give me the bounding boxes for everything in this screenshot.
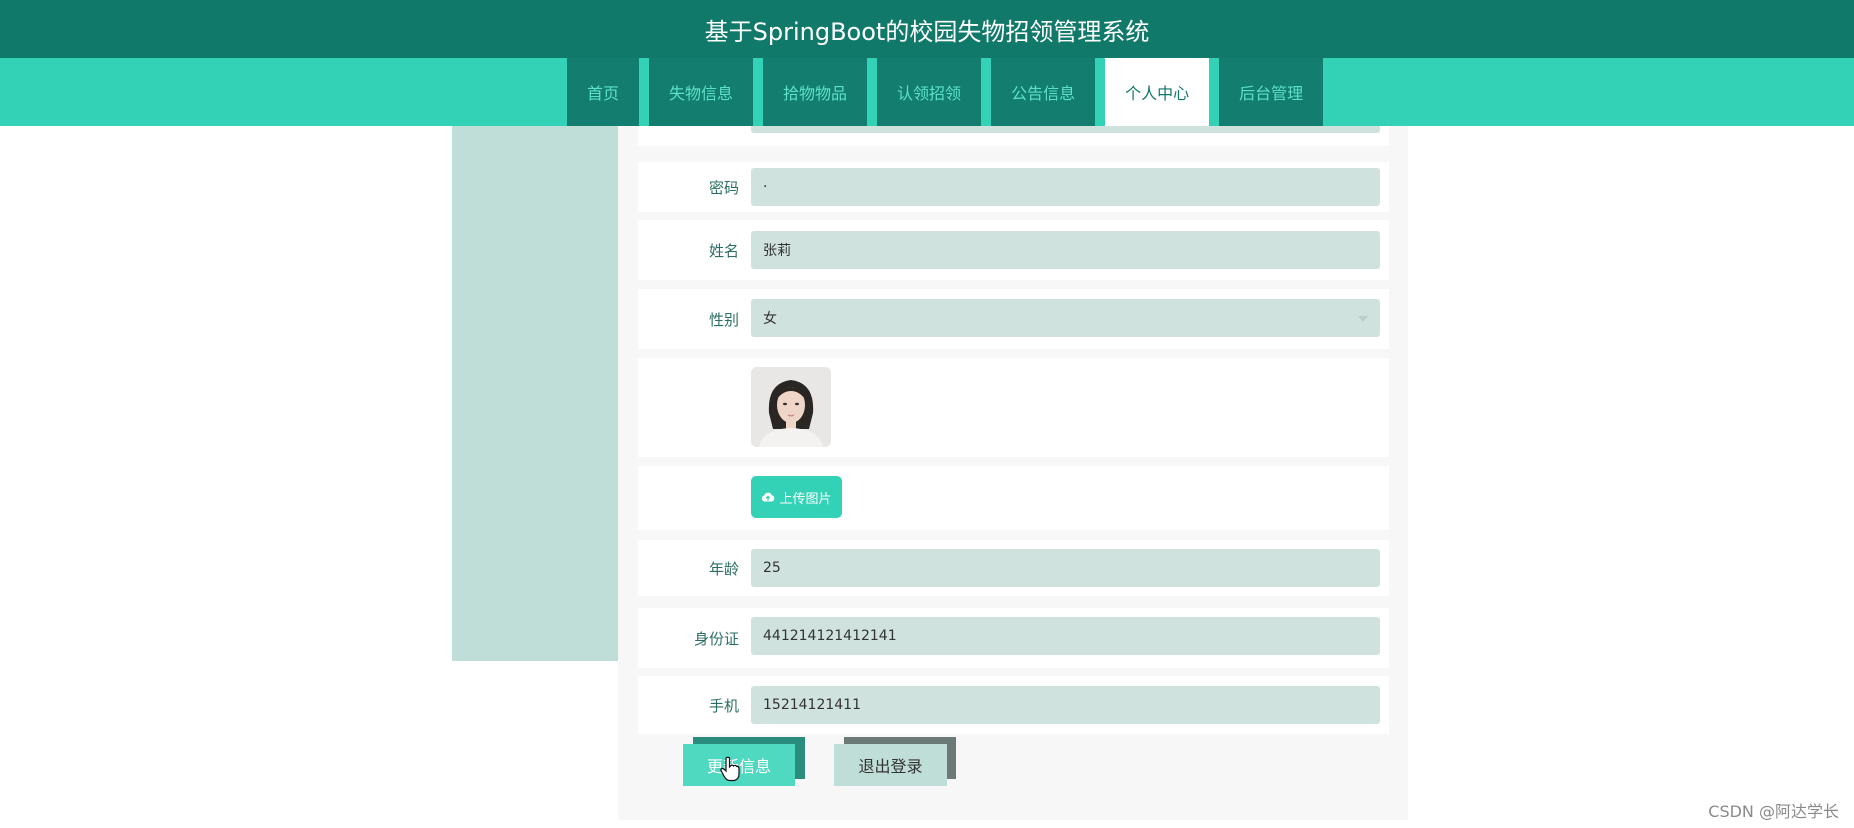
nav-item-label: 认领招领: [897, 84, 962, 103]
password-value: ·: [763, 179, 768, 195]
phone-field[interactable]: 15214121411: [751, 686, 1380, 724]
id-card-value: 441214121412141: [763, 628, 897, 644]
form-row-upload: 上传图片: [638, 466, 1389, 530]
form-row-gender: 性别 女: [638, 289, 1389, 349]
nav-item-found-items[interactable]: 拾物物品: [763, 58, 868, 126]
form-row-id-card: 身份证 441214121412141: [638, 608, 1389, 668]
gender-value: 女: [763, 311, 777, 327]
watermark: CSDN @阿达学长: [1708, 802, 1839, 821]
nav-item-claims[interactable]: 认领招领: [877, 58, 982, 126]
form-row-avatar: [638, 358, 1389, 457]
nav-item-label: 公告信息: [1011, 84, 1076, 103]
name-value: 张莉: [763, 243, 791, 259]
app-title-bar: 基于SpringBoot的校园失物招领管理系统: [0, 0, 1854, 58]
partial-field: [751, 126, 1380, 133]
nav-item-personal-center[interactable]: 个人中心: [1105, 58, 1210, 126]
form-row-name: 姓名 张莉: [638, 220, 1389, 280]
age-label: 年龄: [708, 559, 739, 578]
gender-select[interactable]: 女: [751, 299, 1380, 337]
nav-item-label: 首页: [587, 84, 620, 103]
password-label: 密码: [708, 178, 739, 197]
form-row-password: 密码 ·: [638, 162, 1389, 212]
gender-label: 性别: [708, 310, 739, 329]
nav-item-home[interactable]: 首页: [567, 58, 640, 126]
age-field[interactable]: 25: [751, 549, 1380, 587]
nav-item-label: 个人中心: [1125, 84, 1190, 103]
upload-image-button[interactable]: 上传图片: [751, 476, 842, 518]
nav-item-label: 后台管理: [1239, 84, 1304, 103]
app-title: 基于SpringBoot的校园失物招领管理系统: [704, 17, 1150, 46]
form-row-phone: 手机 15214121411: [638, 676, 1389, 734]
name-field[interactable]: 张莉: [751, 231, 1380, 269]
chevron-down-icon: [1358, 316, 1368, 322]
nav-list: 首页 失物信息 拾物物品 认领招领 公告信息 个人中心 后台管理: [567, 58, 1324, 126]
nav-item-label: 失物信息: [669, 84, 734, 103]
password-field[interactable]: ·: [751, 168, 1380, 206]
sidebar-panel: [452, 126, 618, 661]
nav-item-lost-info[interactable]: 失物信息: [649, 58, 754, 126]
form-row-age: 年龄 25: [638, 540, 1389, 596]
logout-button[interactable]: 退出登录: [834, 744, 947, 786]
avatar: [751, 367, 831, 447]
nav-item-label: 拾物物品: [783, 84, 848, 103]
main-nav: 首页 失物信息 拾物物品 认领招领 公告信息 个人中心 后台管理: [0, 58, 1854, 126]
id-card-field[interactable]: 441214121412141: [751, 617, 1380, 655]
avatar-photo: [751, 367, 831, 447]
upload-button-label: 上传图片: [779, 491, 832, 507]
phone-value: 15214121411: [763, 697, 861, 713]
age-value: 25: [763, 560, 781, 576]
cloud-upload-icon: [762, 492, 775, 502]
hand-cursor-icon: [720, 756, 740, 782]
nav-item-announcements[interactable]: 公告信息: [991, 58, 1096, 126]
nav-item-admin[interactable]: 后台管理: [1219, 58, 1324, 126]
page: 基于SpringBoot的校园失物招领管理系统 首页 失物信息 拾物物品 认领招…: [0, 0, 1854, 828]
logout-label: 退出登录: [858, 757, 923, 776]
phone-label: 手机: [708, 696, 739, 715]
name-label: 姓名: [708, 241, 739, 260]
id-card-label: 身份证: [693, 629, 739, 648]
